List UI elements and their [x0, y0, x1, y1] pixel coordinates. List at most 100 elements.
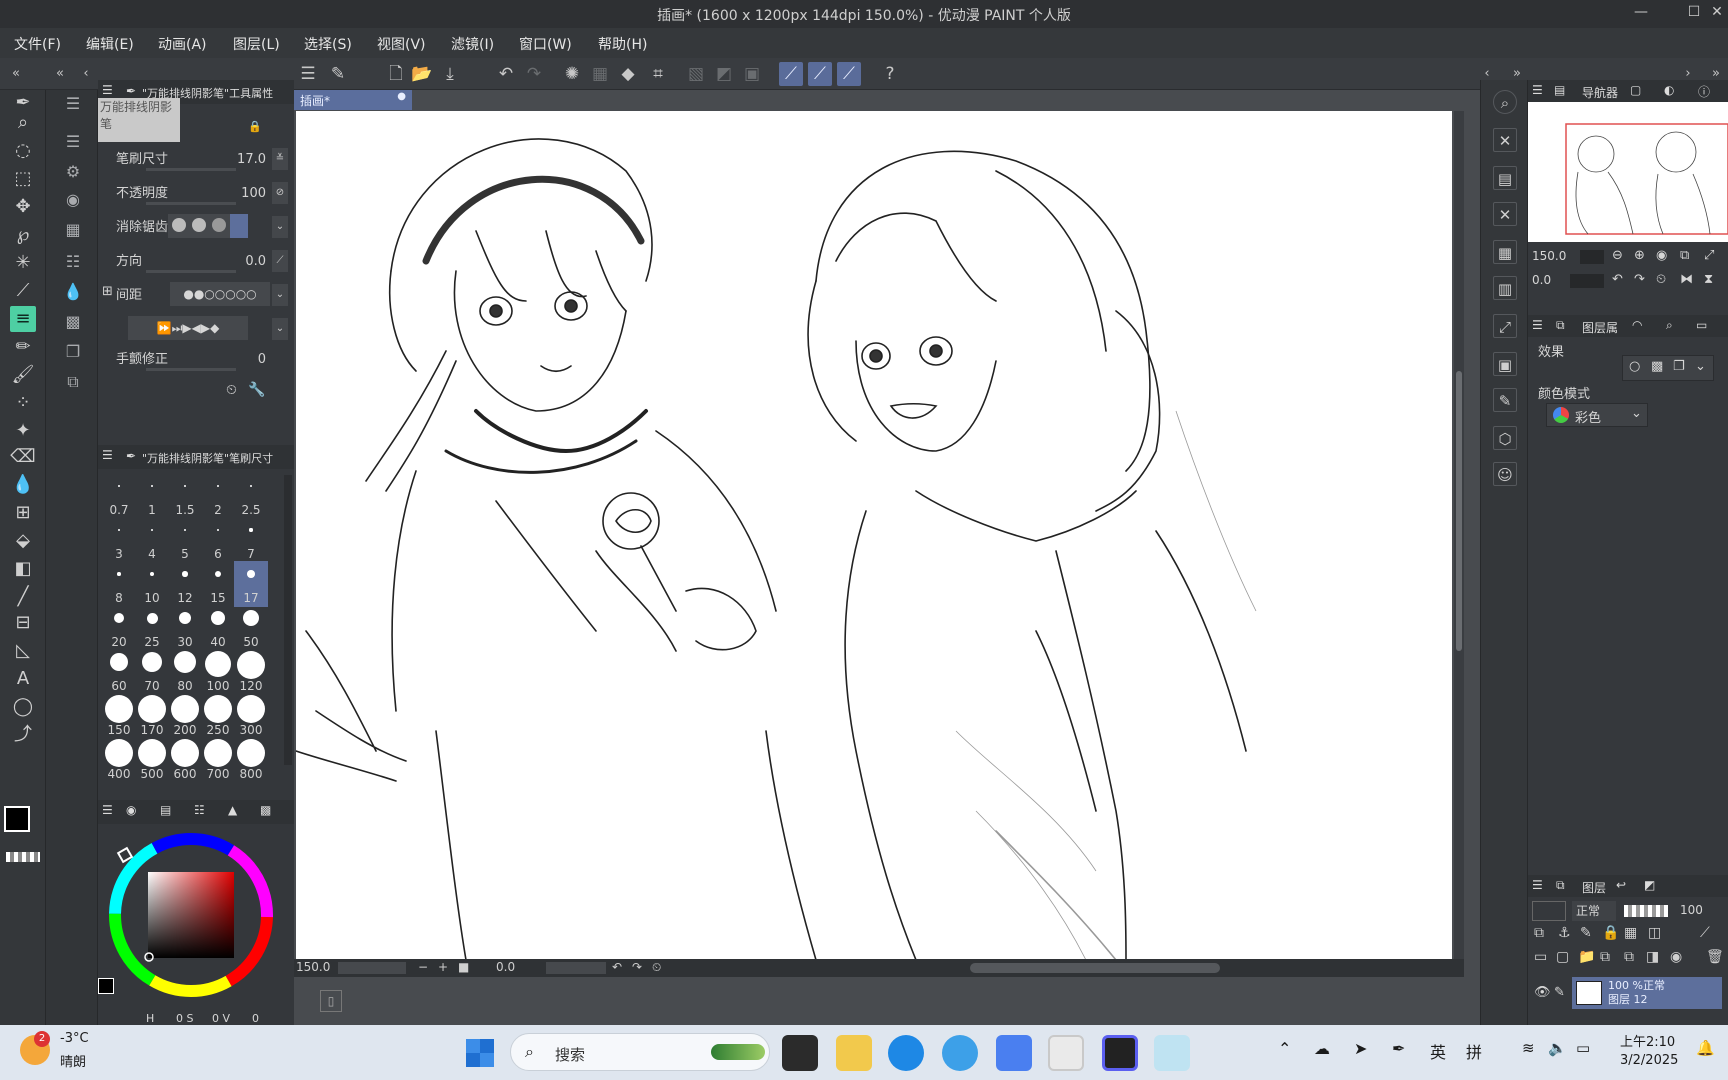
- brush-size-preset[interactable]: 3: [102, 517, 136, 563]
- subtool-active-icon[interactable]: ◉: [60, 188, 86, 212]
- transfer-down-icon[interactable]: ⧉: [1600, 949, 1610, 965]
- brush-size-preset[interactable]: 200: [168, 693, 202, 739]
- app-icon[interactable]: [996, 1035, 1032, 1071]
- actual-size-icon[interactable]: ◉: [1656, 248, 1667, 263]
- edit-panel-icon[interactable]: ✎: [1493, 388, 1517, 412]
- angle-slider[interactable]: [546, 962, 606, 974]
- correct-line-icon[interactable]: ⤴: [10, 722, 36, 748]
- layer-property-tab-icon[interactable]: ⧉: [1556, 318, 1565, 333]
- brush-size-preset[interactable]: 10: [135, 561, 169, 607]
- brush-size-preset[interactable]: 20: [102, 605, 136, 651]
- menu-file[interactable]: 文件(F): [14, 34, 61, 54]
- opacity-value[interactable]: 100: [241, 186, 266, 201]
- brush-size-preset[interactable]: 6: [201, 517, 235, 563]
- reset-rotation-icon[interactable]: ⏲: [1656, 272, 1666, 287]
- layer-opacity-value[interactable]: 100: [1680, 903, 1703, 917]
- color-wheel[interactable]: [106, 830, 276, 1000]
- layer-color-select[interactable]: [1532, 901, 1566, 921]
- flip-vertical-icon[interactable]: ⧗: [1704, 272, 1713, 287]
- document-tab[interactable]: 插画* ●: [294, 90, 412, 110]
- ime-language[interactable]: 英: [1430, 1039, 1446, 1063]
- vertical-scroll-thumb[interactable]: [1456, 371, 1462, 651]
- ime-mode[interactable]: 拼: [1466, 1039, 1482, 1063]
- subtool-grid-icon[interactable]: ▦: [60, 218, 86, 242]
- brush-size-preset[interactable]: 0.7: [102, 473, 136, 519]
- lock-transparency-icon[interactable]: ▦: [1624, 925, 1637, 941]
- color-slider-tab-icon[interactable]: ☷: [194, 803, 205, 817]
- navigator-tab[interactable]: 导航器: [1582, 84, 1618, 101]
- history-tab-icon[interactable]: ↩: [1616, 878, 1626, 892]
- stroke-mode-row[interactable]: ⏩⏭▶◀▶◆ ⌄: [116, 314, 288, 344]
- fit-screen-icon[interactable]: ⧉: [1680, 248, 1689, 263]
- spacing-dropdown[interactable]: ⌄: [272, 284, 288, 306]
- canvas-angle-value[interactable]: 0.0: [496, 960, 515, 974]
- mask-add-icon[interactable]: ◨: [1646, 949, 1659, 965]
- clock-time[interactable]: 上午2:10: [1620, 1031, 1675, 1050]
- autoaction-tab-icon[interactable]: ▭: [1696, 318, 1707, 332]
- hatching-brush-icon[interactable]: ≡: [10, 306, 36, 332]
- help-app-icon[interactable]: [942, 1035, 978, 1071]
- lock-icon[interactable]: 🔒: [248, 120, 262, 133]
- weather-desc[interactable]: 晴朗: [60, 1051, 86, 1070]
- history-tab-icon[interactable]: ◠: [1632, 318, 1642, 332]
- rotate-left-icon[interactable]: ↶: [612, 960, 622, 974]
- navigator-zoom-slider[interactable]: [1580, 250, 1604, 264]
- film-icon[interactable]: ▣: [1493, 352, 1517, 376]
- direction-pressure-button[interactable]: ⟋: [272, 250, 288, 272]
- subview-tab-icon[interactable]: ▢: [1630, 83, 1641, 97]
- brush-size-preset[interactable]: 25: [135, 605, 169, 651]
- subtool-drop-icon[interactable]: 💧: [60, 280, 86, 304]
- panel-menu-icon[interactable]: ☰: [1532, 878, 1543, 892]
- hamburger-menu-icon[interactable]: ☰: [296, 62, 320, 86]
- navigator-zoom-value[interactable]: 150.0: [1532, 249, 1566, 263]
- gradient-icon[interactable]: ◧: [10, 556, 36, 582]
- close-panel-icon[interactable]: ✕: [1493, 202, 1517, 226]
- color-mode-select[interactable]: 彩色 ⌄: [1546, 403, 1648, 427]
- info-icon[interactable]: ⓘ: [1698, 83, 1710, 100]
- effect-dropdown-icon[interactable]: ⌄: [1695, 359, 1706, 374]
- ruler-mode-icon[interactable]: ◩: [712, 62, 736, 86]
- zoom-in-icon[interactable]: ⊕: [1634, 248, 1645, 263]
- onedrive-icon[interactable]: ☁: [1314, 1039, 1330, 1058]
- pen-tray-icon[interactable]: ✒: [1392, 1039, 1405, 1058]
- panel-menu-icon[interactable]: ☰: [102, 803, 113, 817]
- brush-size-preset[interactable]: 1.5: [168, 473, 202, 519]
- brush-size-preset[interactable]: 60: [102, 649, 136, 695]
- history-tab-icon[interactable]: ▩: [260, 803, 271, 817]
- brush-size-preset[interactable]: 5: [168, 517, 202, 563]
- layer-color-icon[interactable]: ❐: [1673, 359, 1685, 374]
- frame-icon[interactable]: ▣: [740, 62, 764, 86]
- menu-window[interactable]: 窗口(W): [519, 34, 572, 54]
- zoom-out-icon[interactable]: ⊖: [1612, 248, 1623, 263]
- ruler-tool-icon[interactable]: ◺: [10, 638, 36, 664]
- timeline-toggle-icon[interactable]: ▯: [320, 990, 342, 1012]
- layer-row[interactable]: 👁 ✎ 100 %正常 图层 12: [1530, 977, 1726, 1011]
- brush-size-preset[interactable]: 7: [234, 517, 268, 563]
- brush-size-preset[interactable]: 800: [234, 737, 268, 783]
- color-wheel-tab-icon[interactable]: ◉: [126, 803, 136, 817]
- opacity-slider[interactable]: [146, 202, 236, 205]
- navigator-preview[interactable]: [1528, 102, 1728, 242]
- brush-size-preset[interactable]: 12: [168, 561, 202, 607]
- balloon-icon[interactable]: ◯: [10, 694, 36, 720]
- fill-bucket-icon[interactable]: ⬙: [10, 528, 36, 554]
- layer-props-icon[interactable]: ▤: [1493, 166, 1517, 190]
- subtool-list-icon[interactable]: ☰: [60, 130, 86, 154]
- menu-select[interactable]: 选择(S): [304, 34, 352, 54]
- figure-icon[interactable]: ☺: [1493, 462, 1517, 486]
- open-folder-icon[interactable]: 📂: [410, 62, 434, 86]
- taskbar-search-box[interactable]: ⌕ 搜索: [510, 1033, 770, 1071]
- fill-icon[interactable]: ◆: [616, 62, 640, 86]
- brush-size-preset[interactable]: 500: [135, 737, 169, 783]
- fit-navigator-icon[interactable]: ⤢: [1704, 248, 1714, 263]
- canvas-zoom-value[interactable]: 150.0: [296, 960, 330, 974]
- effect-buttons[interactable]: ○ ▩ ❐ ⌄: [1622, 355, 1714, 381]
- collapse-left-icon[interactable]: «: [48, 62, 72, 86]
- brush-size-scrollbar[interactable]: [284, 475, 292, 765]
- draft-icon[interactable]: ✎: [1580, 925, 1592, 941]
- opacity-row[interactable]: 不透明度 100 ⊘: [116, 178, 288, 208]
- navigator-tab-icon[interactable]: ▤: [1554, 83, 1565, 97]
- visibility-eye-icon[interactable]: 👁: [1534, 985, 1551, 1000]
- zoom-in-icon[interactable]: +: [438, 960, 448, 974]
- snap-grid-icon[interactable]: ⟋: [837, 62, 861, 86]
